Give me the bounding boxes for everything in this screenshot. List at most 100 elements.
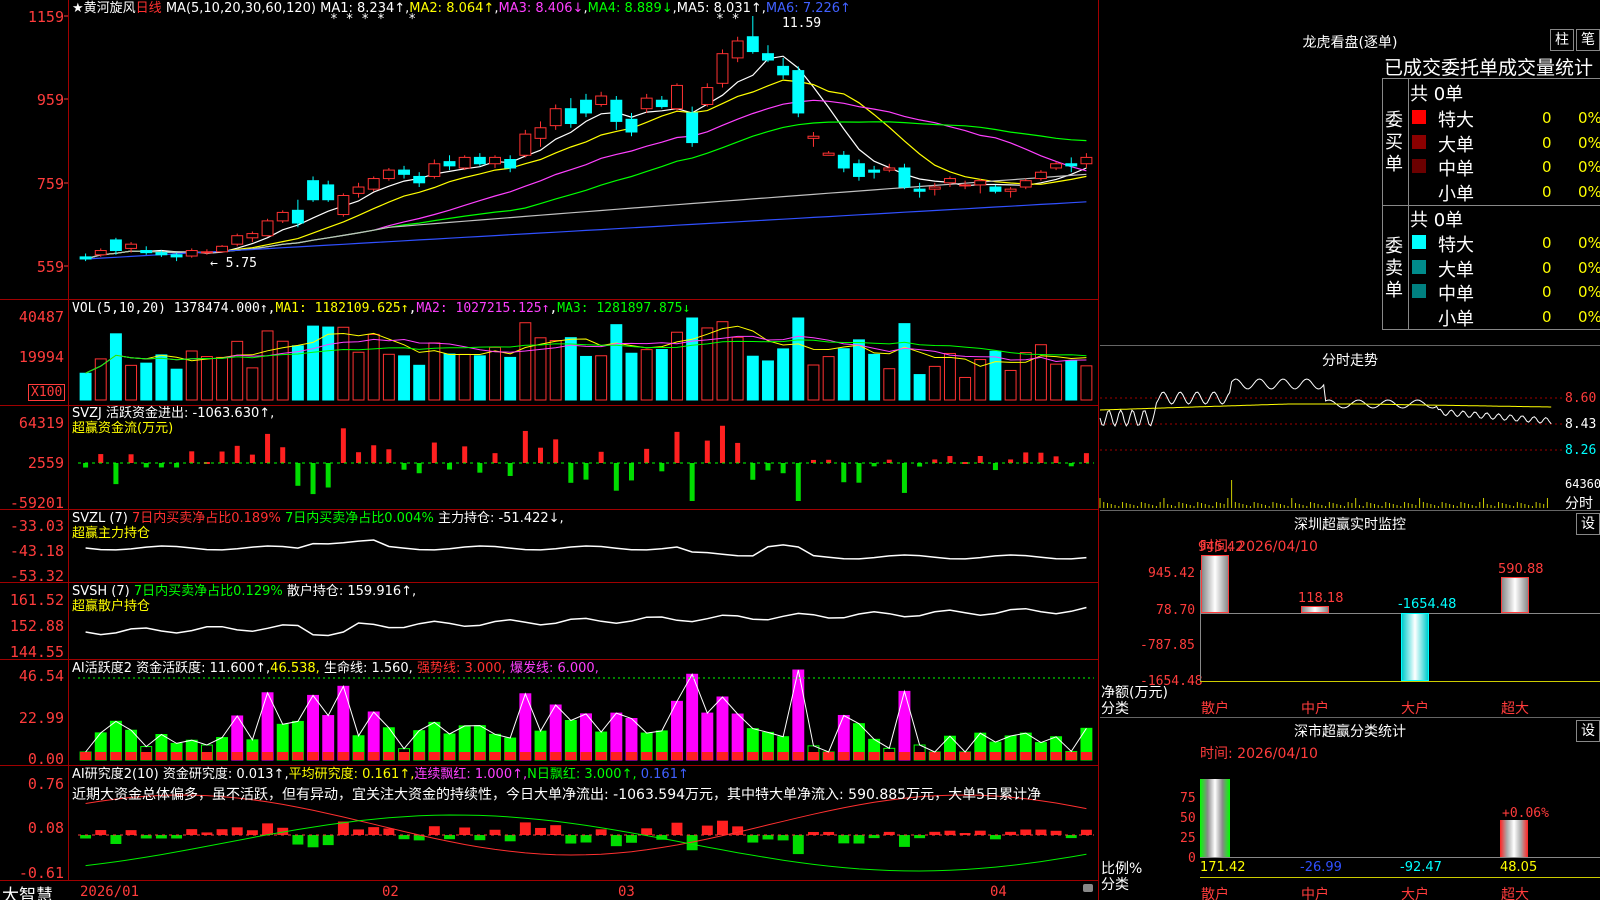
sz-class-y-4: 0 [1188, 851, 1196, 866]
air-header: AI研究度2(10) 资金研究度: 0.013↑,平均研究度: 0.161↑,连… [72, 767, 689, 783]
research-line-green [85, 814, 1087, 872]
sell-row-percent: 0% [1578, 307, 1600, 326]
sz-class-value: -92.47 [1400, 860, 1442, 875]
star-icon[interactable]: ★ [72, 1, 84, 16]
activity-base [747, 752, 759, 760]
lock-icon[interactable] [1083, 884, 1093, 892]
brand-logo[interactable]: 大智慧 [2, 881, 53, 900]
right-divider [1098, 0, 1099, 900]
sell-row-label: 特大 [1438, 235, 1474, 256]
activity-base [201, 752, 213, 760]
activity-base [428, 752, 440, 760]
volume-bar [519, 322, 532, 401]
sell-row-value: 0 [1542, 307, 1552, 326]
sz-monitor-bar [1301, 605, 1329, 613]
flow-bar [340, 428, 346, 463]
candlestick-chart[interactable] [0, 0, 1098, 880]
sz-monitor-settings-button[interactable]: 设 [1576, 513, 1600, 535]
lhb-frame-top [1382, 78, 1600, 79]
svzl-y-label-3: -53.32 [9, 567, 64, 585]
flow-bar [871, 463, 877, 467]
candle-body [655, 99, 668, 108]
x-label-3: 03 [618, 884, 635, 900]
activity-base [777, 752, 789, 760]
flow-bar [371, 445, 377, 463]
candle-body [1080, 156, 1093, 165]
candle-body [109, 239, 122, 252]
svsh-y-label-2: 152.88 [9, 617, 64, 635]
candle-body [246, 233, 259, 239]
sz-monitor-zero [1200, 613, 1600, 614]
volume-bar [458, 353, 471, 401]
candle-body [580, 99, 592, 114]
volume-bar [534, 337, 547, 401]
sz-class-settings-button[interactable]: 设 [1576, 720, 1600, 742]
activity-base [732, 752, 744, 760]
air-y-label-3: -0.61 [18, 864, 64, 882]
research-bar [974, 830, 986, 835]
sz-monitor-y-2: 78.70 [1156, 603, 1196, 618]
activity-base [565, 752, 577, 760]
volume-bar [1034, 344, 1047, 401]
flow-bar [113, 463, 119, 485]
sz-monitor-category: 散户 [1201, 701, 1229, 717]
candle-body [883, 167, 896, 171]
svzl-y-label-1: -33.03 [9, 517, 64, 535]
research-bar [383, 828, 395, 835]
flow-bar [447, 463, 453, 470]
sz-monitor-y-1: 945.42 [1148, 566, 1195, 581]
main-y-label-4: 559 [36, 258, 64, 276]
research-bar [459, 827, 471, 835]
period-label[interactable]: 日线 [136, 1, 162, 16]
research-bar [535, 827, 546, 835]
flow-bar [598, 451, 604, 463]
research-bar [944, 830, 956, 835]
tick-view-button[interactable]: 笔 [1576, 29, 1600, 51]
air-y-label-2: 0.08 [27, 819, 64, 837]
activity-base [1020, 752, 1032, 760]
candle-body [822, 152, 835, 156]
flow-bar [477, 463, 483, 473]
volume-bar [898, 323, 911, 401]
activity-base [641, 752, 653, 760]
flow-bar [932, 459, 938, 463]
svzl-header: SVZL (7) 7日内买卖净占比0.189% 7日内买卖净占比0.004% 主… [72, 511, 564, 527]
vol-ma3: MA3: 1281897.875↓ [557, 301, 691, 316]
candle-body [943, 178, 956, 184]
activity-base [535, 752, 546, 760]
ai2-y-label-1: 46.54 [18, 667, 64, 685]
volume-bar [913, 374, 926, 401]
stock-name[interactable]: 黄河旋风 [84, 1, 136, 16]
candle-body [413, 175, 426, 184]
flow-bar [856, 463, 862, 483]
ma6-readout: MA6: 7.226↑ [765, 1, 851, 16]
activity-base [944, 752, 956, 760]
activity-base [489, 752, 501, 760]
flow-bar [234, 445, 240, 463]
activity-base [140, 752, 152, 760]
svzj-y-label-2: 2559 [27, 454, 64, 472]
candle-body [231, 235, 244, 245]
activity-base [656, 752, 668, 760]
svzl-label: SVZL (7) [72, 511, 128, 526]
svzj-y-label-3: -59201 [9, 494, 64, 512]
bar-view-button[interactable]: 柱 [1550, 29, 1574, 51]
candle-body [261, 220, 274, 237]
vol-unit-x100: X100 [28, 384, 66, 401]
candle-body [898, 167, 911, 188]
research-bar [186, 829, 198, 835]
activity-base [444, 752, 455, 760]
research-bar [595, 829, 607, 835]
research-bar [292, 835, 304, 845]
research-bar [792, 835, 804, 855]
pane-divider-7 [0, 880, 1098, 881]
ma-params: MA(5,10,20,30,60,120) [165, 1, 316, 16]
svzj-sub: 超赢资金流(万元) [72, 421, 174, 436]
candle-body [140, 250, 153, 254]
activity-base [125, 752, 137, 760]
air-y-label-1: 0.76 [27, 775, 64, 793]
volume-bar [792, 317, 805, 401]
lhb-frame-bot [1382, 329, 1600, 330]
activity-base [231, 752, 243, 760]
research-bar [1080, 829, 1092, 835]
